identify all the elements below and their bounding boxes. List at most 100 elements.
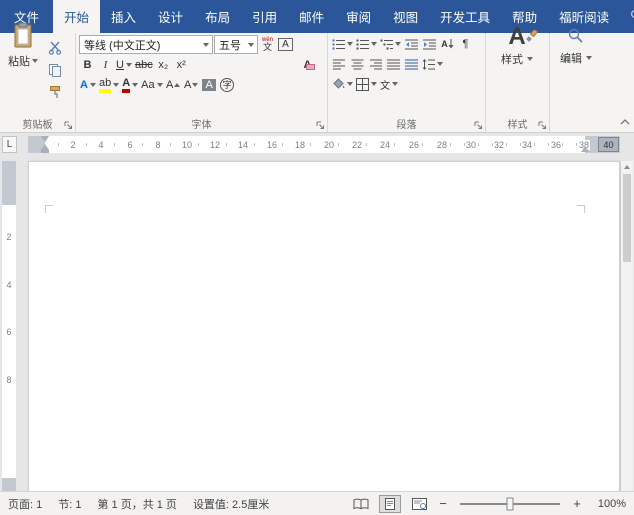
paragraph-dialog-launcher[interactable] <box>474 121 483 130</box>
tab-view[interactable]: 视图 <box>382 0 429 33</box>
distribute-icon <box>405 59 418 69</box>
font-family-select[interactable]: 等线 (中文正文) <box>79 35 213 54</box>
chevron-down-icon <box>199 36 212 53</box>
ribbon-home: 粘贴 剪贴板 等线 (中文正文) 五号 wén 文 A B I U abc x₂… <box>0 22 634 133</box>
justify-button[interactable] <box>385 55 402 73</box>
print-layout-button[interactable] <box>379 494 401 513</box>
font-family-value: 等线 (中文正文) <box>84 39 161 52</box>
vertical-scrollbar[interactable] <box>621 161 633 491</box>
decrease-indent-icon <box>405 39 418 49</box>
sort-button[interactable]: A <box>439 35 456 53</box>
scroll-up-button[interactable] <box>621 161 633 173</box>
bullet-list-icon <box>332 38 345 50</box>
cut-button[interactable] <box>46 39 63 57</box>
decrease-indent-button[interactable] <box>403 35 420 53</box>
shading-button[interactable] <box>331 75 354 93</box>
character-shading-button[interactable]: A <box>201 76 218 94</box>
status-section[interactable]: 节: 1 <box>58 496 81 512</box>
font-dialog-launcher[interactable] <box>316 121 325 130</box>
status-page-count[interactable]: 页面: 1 <box>8 496 42 512</box>
ruler-number: 32 <box>492 139 506 150</box>
zoom-level[interactable]: 100% <box>590 498 626 510</box>
bold-button[interactable]: B <box>79 56 96 74</box>
text-effects-button[interactable]: A <box>79 76 97 94</box>
zoom-slider[interactable] <box>460 497 560 510</box>
distribute-button[interactable] <box>403 55 420 73</box>
copy-button[interactable] <box>46 61 63 79</box>
left-indent-marker[interactable] <box>41 150 49 153</box>
grow-font-button[interactable]: A <box>165 76 182 94</box>
phonetic-guide-button[interactable]: wén 文 <box>259 36 276 54</box>
read-mode-button[interactable] <box>350 495 372 513</box>
zoom-in-button[interactable]: + <box>571 496 583 511</box>
right-indent-marker[interactable] <box>581 146 589 152</box>
underline-button[interactable]: U <box>115 56 133 74</box>
zoom-out-button[interactable]: − <box>437 496 449 511</box>
first-line-indent-marker[interactable] <box>41 136 49 142</box>
chevron-down-icon <box>527 57 533 61</box>
align-right-button[interactable] <box>367 55 384 73</box>
ruler-number: 22 <box>350 139 364 150</box>
scrollbar-thumb[interactable] <box>623 174 631 262</box>
shrink-font-button[interactable]: A <box>183 76 200 94</box>
tell-me-box[interactable]: 告诉我 <box>620 0 634 33</box>
horizontal-ruler[interactable]: 2 4 6 8 10 12 14 16 18 20 22 24 26 28 30… <box>28 136 620 153</box>
tab-references[interactable]: 引用 <box>241 0 288 33</box>
numbered-list-button[interactable] <box>355 35 378 53</box>
web-layout-button[interactable] <box>408 495 430 513</box>
chevron-down-icon <box>371 42 377 46</box>
font-size-select[interactable]: 五号 <box>214 35 258 54</box>
zoom-slider-thumb[interactable] <box>506 497 514 510</box>
tab-home[interactable]: 开始 <box>53 0 101 33</box>
tab-mailings[interactable]: 邮件 <box>288 0 335 33</box>
paint-bucket-icon <box>333 78 345 89</box>
strikethrough-button[interactable]: abc <box>134 56 154 74</box>
font-color-button[interactable]: A <box>121 76 139 94</box>
chevron-down-icon <box>125 63 132 67</box>
character-border-button[interactable]: A <box>277 36 294 54</box>
tab-design[interactable]: 设计 <box>147 0 194 33</box>
document-page[interactable] <box>28 161 620 491</box>
status-page-of[interactable]: 第 1 页，共 1 页 <box>97 496 176 512</box>
status-margin-setting[interactable]: 设置值: 2.5厘米 <box>193 496 269 512</box>
increase-indent-button[interactable] <box>421 35 438 53</box>
tab-stop-selector[interactable]: L <box>2 136 17 153</box>
arrow-down-icon <box>448 39 454 49</box>
line-spacing-button[interactable] <box>421 55 444 73</box>
styles-dialog-launcher[interactable] <box>538 121 547 130</box>
clipboard-group: 粘贴 剪贴板 <box>0 22 76 132</box>
web-layout-icon <box>411 497 427 510</box>
paste-button[interactable]: 粘贴 <box>3 22 43 68</box>
enclose-characters-button[interactable]: 字 <box>219 76 236 94</box>
highlight-color-button[interactable]: ab <box>98 76 120 94</box>
vertical-ruler[interactable]: 2 4 6 8 <box>2 161 16 491</box>
italic-button[interactable]: I <box>97 56 114 74</box>
tab-home-label: 开始 <box>64 11 90 25</box>
paste-label: 粘贴 <box>8 56 30 68</box>
format-painter-button[interactable] <box>46 83 63 101</box>
editing-button[interactable]: 编辑 <box>553 28 599 65</box>
tab-developer[interactable]: 开发工具 <box>429 0 501 33</box>
superscript-button[interactable]: x² <box>173 56 190 74</box>
ruler-right-margin-marker[interactable]: 40 <box>598 137 619 152</box>
collapse-ribbon-button[interactable] <box>620 117 630 129</box>
tab-insert[interactable]: 插入 <box>100 0 147 33</box>
clipboard-dialog-launcher[interactable] <box>64 121 73 130</box>
clear-formatting-button[interactable]: A <box>299 56 316 74</box>
change-case-button[interactable]: Aa <box>140 76 163 94</box>
bullet-list-button[interactable] <box>331 35 354 53</box>
align-left-button[interactable] <box>331 55 348 73</box>
borders-button[interactable] <box>355 75 378 93</box>
document-area: L 2 4 6 8 10 12 14 16 18 20 22 24 26 28 … <box>0 133 634 491</box>
subscript-button[interactable]: x₂ <box>155 56 172 74</box>
align-center-button[interactable] <box>349 55 366 73</box>
asian-layout-button[interactable]: 文 <box>379 75 399 93</box>
tab-layout[interactable]: 布局 <box>194 0 241 33</box>
brush-icon <box>525 23 538 47</box>
tab-review[interactable]: 审阅 <box>335 0 382 33</box>
show-marks-button[interactable]: ¶ <box>457 35 474 53</box>
styles-button[interactable]: A 样式 <box>489 25 545 66</box>
editing-group: 编辑 <box>550 28 604 132</box>
multilevel-list-button[interactable] <box>379 35 402 53</box>
ruler-number: 4 <box>97 139 105 150</box>
